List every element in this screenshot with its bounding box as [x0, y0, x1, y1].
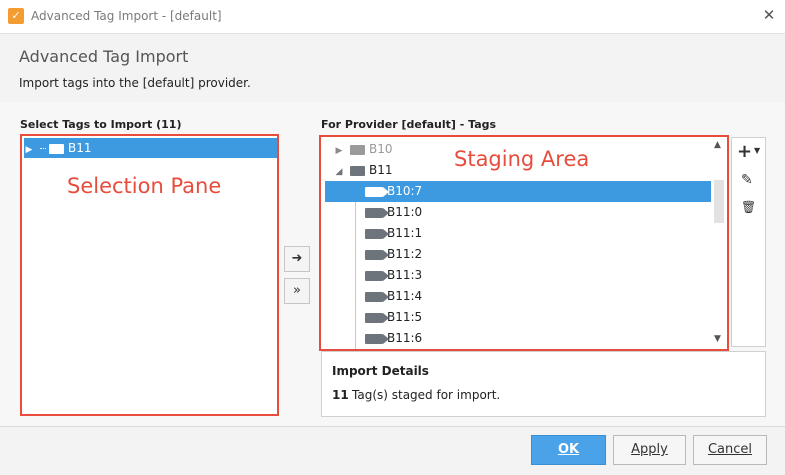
tag-icon — [365, 186, 389, 197]
tree-item-label: B11 — [369, 163, 393, 177]
selection-pane[interactable]: ▶ B11 Selection Pane — [20, 134, 279, 416]
scroll-down-icon[interactable]: ▼ — [714, 334, 721, 344]
move-selected-button[interactable]: ➜ — [284, 246, 310, 272]
tree-tag-b11-5[interactable]: B11:5 — [325, 307, 711, 328]
scrollbar-thumb[interactable] — [714, 180, 724, 223]
tag-icon — [365, 249, 389, 260]
folder-icon — [49, 143, 64, 154]
tree-tag-b11-0[interactable]: B11:0 — [325, 202, 711, 223]
collapse-caret-icon[interactable]: ◢ — [334, 162, 344, 183]
staged-count: 11 — [332, 388, 349, 402]
add-tag-icon[interactable]: + — [737, 141, 752, 162]
tag-icon — [365, 228, 389, 239]
tree-tag-b11-2[interactable]: B11:2 — [325, 244, 711, 265]
tree-item-label: B11:3 — [387, 268, 423, 282]
staging-area-annotation: Staging Area — [454, 147, 590, 171]
staged-text: Tag(s) staged for import. — [352, 388, 501, 402]
tree-tag-b11-6[interactable]: B11:6 — [325, 328, 711, 349]
folder-icon — [350, 144, 365, 155]
cancel-button[interactable]: Cancel — [693, 435, 767, 465]
delete-tag-icon[interactable]: 🗑 — [741, 200, 756, 214]
tag-icon — [365, 270, 389, 281]
tree-item-b11[interactable]: ▶ B11 — [24, 138, 277, 158]
expand-caret-icon[interactable]: ▶ — [334, 141, 344, 162]
tree-item-label: B11:0 — [387, 205, 423, 219]
scroll-up-icon[interactable]: ▲ — [714, 140, 721, 150]
tree-item-label: B11:5 — [387, 310, 423, 324]
dialog-header: Advanced Tag Import Import tags into the… — [0, 33, 785, 103]
app-icon: ✓ — [8, 8, 24, 24]
tree-tag-b11-4[interactable]: B11:4 — [325, 286, 711, 307]
edit-tag-icon[interactable]: ✎ — [741, 172, 753, 188]
vertical-scrollbar[interactable]: ▲ ▼ — [711, 138, 727, 348]
chevron-down-icon[interactable]: ▼ — [754, 146, 760, 155]
cancel-button-label: Cancel — [707, 442, 753, 457]
window-title: Advanced Tag Import - [default] — [31, 9, 222, 23]
tree-item-label: B11:6 — [387, 331, 423, 345]
tree-item-label: B10 — [369, 142, 393, 156]
tag-icon — [365, 207, 389, 218]
tag-icon — [365, 312, 389, 323]
staging-area[interactable]: ▶ B10 ◢ B11 B10:7 B11:0 B11:1 B11:2 B11:3 … — [319, 135, 729, 351]
tree-tag-b11-3[interactable]: B11:3 — [325, 265, 711, 286]
apply-button[interactable]: Apply — [613, 435, 686, 465]
import-details-title: Import Details — [332, 364, 429, 378]
tag-icon — [365, 333, 389, 344]
tree-tag-b11-1[interactable]: B11:1 — [325, 223, 711, 244]
open-folder-icon — [350, 165, 365, 176]
ok-button-label: OK — [557, 442, 580, 457]
dialog-title: Advanced Tag Import — [19, 47, 189, 66]
tag-icon — [365, 291, 389, 302]
ok-button[interactable]: OK — [531, 435, 606, 465]
tree-item-label: B11:1 — [387, 226, 423, 240]
dialog-subtitle: Import tags into the [default] provider. — [19, 76, 251, 90]
apply-button-label: Apply — [631, 442, 668, 457]
tag-tools-panel: + ▼ ✎ 🗑 — [731, 137, 766, 347]
tree-item-label: B11 — [68, 141, 92, 155]
selection-pane-annotation: Selection Pane — [67, 174, 222, 198]
tree-item-label: B11:4 — [387, 289, 423, 303]
tree-item-label: B10:7 — [387, 184, 423, 198]
import-details-panel: Import Details 11 Tag(s) staged for impo… — [321, 351, 766, 417]
move-all-button[interactable]: » — [284, 278, 310, 304]
tree-tag-b10-7[interactable]: B10:7 — [325, 181, 711, 202]
close-icon[interactable]: ✕ — [760, 6, 778, 24]
title-bar: ✓ Advanced Tag Import - [default] ✕ — [0, 0, 785, 32]
provider-tags-label: For Provider [default] - Tags — [321, 118, 497, 131]
select-tags-label: Select Tags to Import (11) — [20, 118, 182, 131]
expand-caret-icon[interactable]: ▶ — [24, 140, 34, 160]
tree-item-label: B11:2 — [387, 247, 423, 261]
